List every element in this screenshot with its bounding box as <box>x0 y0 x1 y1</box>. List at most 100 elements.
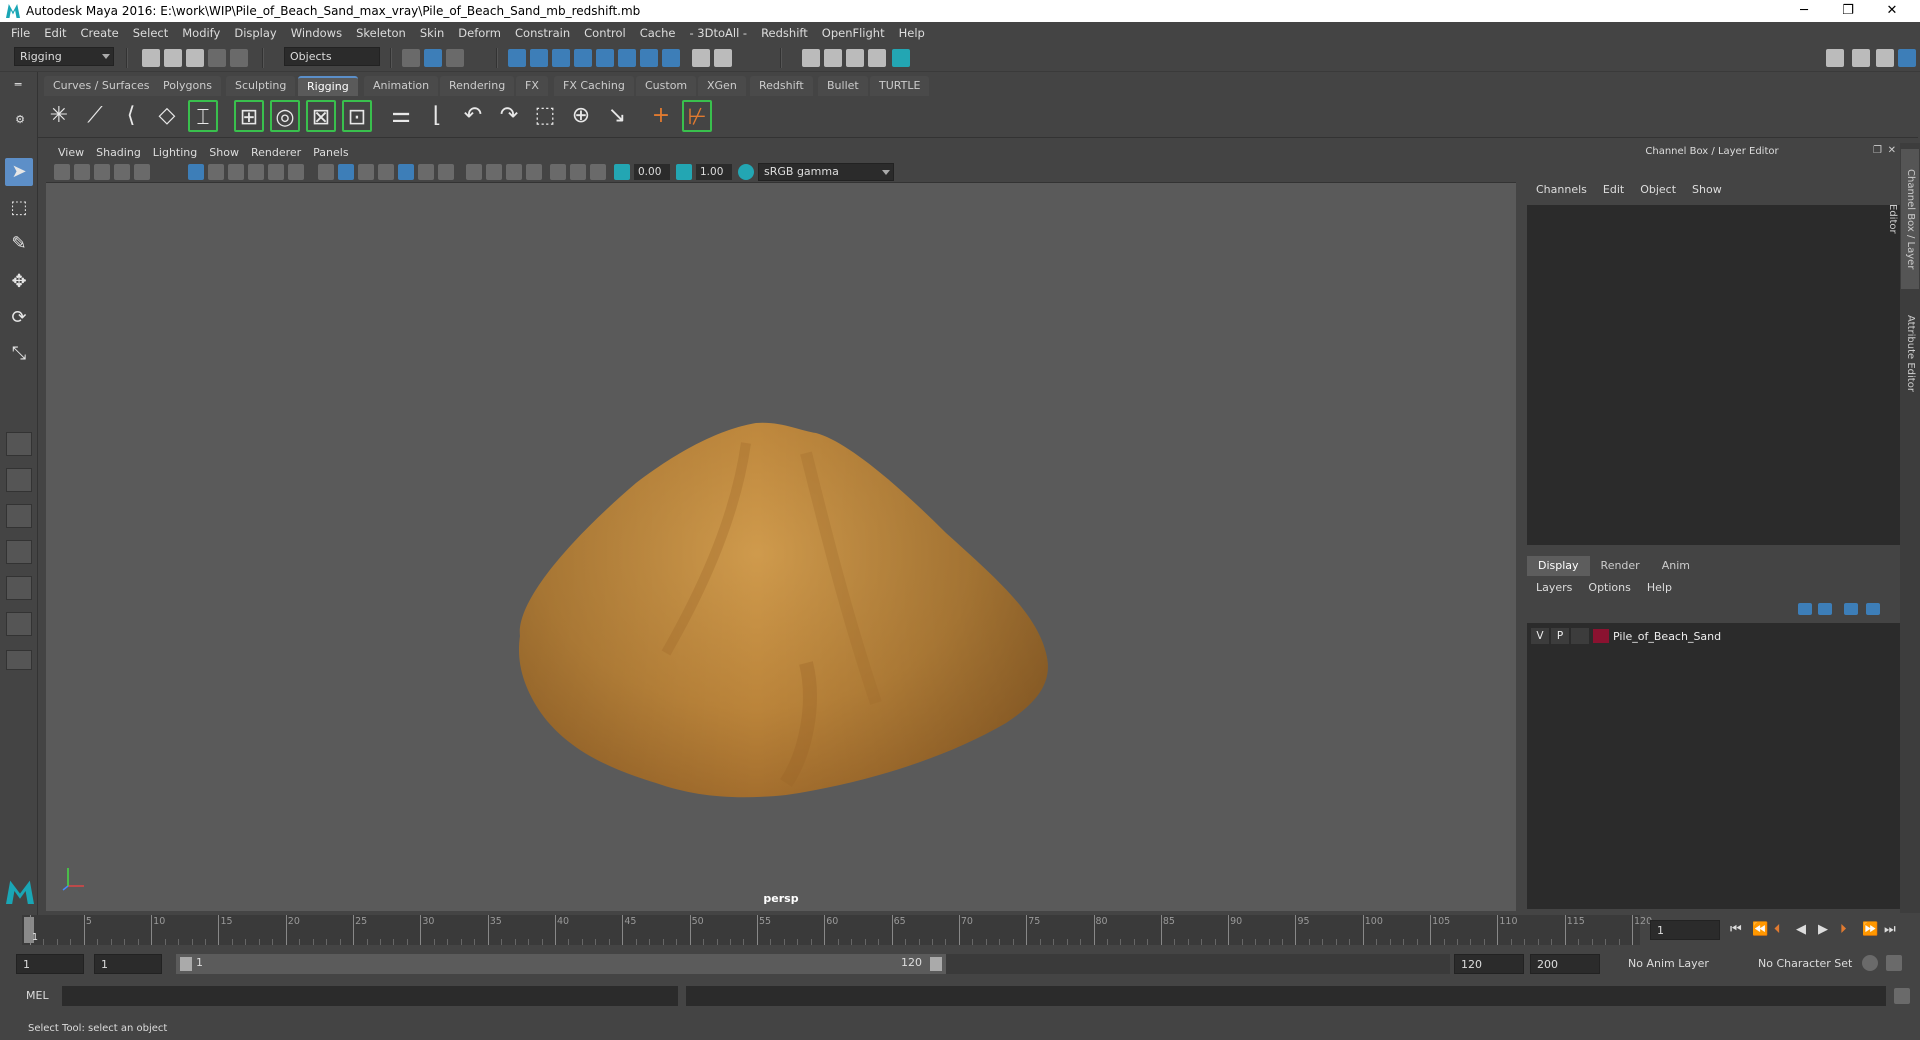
side-tab-channel-box[interactable]: Channel Box / Layer Editor <box>1887 149 1919 289</box>
joint-tool-icon[interactable]: ✳ <box>44 100 74 132</box>
ik-handle-icon[interactable]: ⟋ <box>80 100 110 132</box>
menu-windows[interactable]: Windows <box>284 26 349 40</box>
insert-joint-icon[interactable]: ◇ <box>152 100 182 132</box>
range-slider[interactable]: 1 120 <box>176 954 946 974</box>
backface-culling-icon[interactable] <box>506 164 522 180</box>
wireframe-icon[interactable] <box>318 164 334 180</box>
close-panel-icon[interactable]: ✕ <box>1888 145 1896 156</box>
channel-menu-object[interactable]: Object <box>1632 183 1684 196</box>
gate-mask-icon[interactable] <box>248 164 264 180</box>
view-transform-dropdown[interactable]: sRGB gamma <box>758 163 894 181</box>
animation-preferences-icon[interactable] <box>1886 955 1902 971</box>
smooth-shade-icon[interactable] <box>338 164 354 180</box>
menu-cache[interactable]: Cache <box>633 26 683 40</box>
menu-deform[interactable]: Deform <box>451 26 508 40</box>
anim-layer-dropdown[interactable]: No Anim Layer <box>1622 954 1746 974</box>
pole-vector-icon[interactable]: ↘ <box>602 100 632 132</box>
use-all-lights-icon[interactable] <box>398 164 414 180</box>
character-set-dropdown[interactable]: No Character Set <box>1752 954 1876 974</box>
motion-blur-icon[interactable] <box>550 164 566 180</box>
anti-aliasing-icon[interactable] <box>570 164 586 180</box>
layer-menu-layers[interactable]: Layers <box>1528 581 1580 594</box>
select-by-hierarchy-icon[interactable] <box>402 49 420 67</box>
color-management-icon[interactable] <box>738 164 754 180</box>
camera-attributes-icon[interactable] <box>54 164 70 180</box>
close-button[interactable]: ✕ <box>1870 0 1914 22</box>
shelf-tab-xgen[interactable]: XGen <box>698 76 746 96</box>
menu-control[interactable]: Control <box>577 26 633 40</box>
rotate-tool-icon[interactable]: ⟳ <box>5 304 33 332</box>
ipr-render-icon[interactable] <box>846 49 864 67</box>
command-language-label[interactable]: MEL <box>26 989 49 1002</box>
scale-tool-icon[interactable]: ⤡ <box>5 340 33 368</box>
shelf-tab-rigging[interactable]: Rigging <box>298 76 358 96</box>
viewport-menu-show[interactable]: Show <box>203 146 245 159</box>
paint-select-tool-icon[interactable]: ✎ <box>5 230 33 258</box>
play-forwards-icon[interactable]: ▶ <box>1818 920 1828 940</box>
restore-button[interactable]: ❐ <box>1826 0 1870 22</box>
animation-start-field[interactable]: 1 <box>16 954 84 974</box>
snap-grid-icon[interactable] <box>508 49 526 67</box>
shelf-tab-custom[interactable]: Custom <box>636 76 697 96</box>
gamma-icon[interactable] <box>676 164 692 180</box>
shelf-tab-fx[interactable]: FX <box>516 76 548 96</box>
layer-color-swatch[interactable] <box>1593 629 1609 643</box>
channel-menu-edit[interactable]: Edit <box>1595 183 1632 196</box>
grid-toggle-icon[interactable] <box>188 164 204 180</box>
menu-openflight[interactable]: OpenFlight <box>815 26 892 40</box>
shelf-tab-redshift[interactable]: Redshift <box>750 76 813 96</box>
snap-magnet-icon[interactable] <box>640 49 658 67</box>
shelf-tab-turtle[interactable]: TURTLE <box>870 76 930 96</box>
playback-start-field[interactable]: 1 <box>94 954 162 974</box>
new-layer-selected-icon[interactable] <box>1866 603 1880 615</box>
step-back-key-icon[interactable]: ⏴ <box>1774 920 1781 940</box>
render-view-icon[interactable] <box>802 49 820 67</box>
time-slider[interactable]: 1 5 10 15 20 25 30 35 40 45 50 55 60 65 70 75 80 85 90 95 10… <box>22 915 1652 945</box>
layer-tab-anim[interactable]: Anim <box>1650 556 1701 576</box>
snap-curve-icon[interactable] <box>530 49 548 67</box>
animation-end-field[interactable]: 200 <box>1530 954 1600 974</box>
custom-layout-button[interactable] <box>6 650 32 670</box>
move-tool-icon[interactable]: ✥ <box>5 268 33 296</box>
construction-history-icon[interactable] <box>714 49 732 67</box>
channel-box-toggle-icon[interactable] <box>1898 49 1916 67</box>
gamma-field[interactable]: 1.00 <box>696 164 732 180</box>
viewport-menu-lighting[interactable]: Lighting <box>147 146 203 159</box>
character-set-icon[interactable]: ⊬ <box>682 100 712 132</box>
snap-point-icon[interactable] <box>552 49 570 67</box>
shelf-tab-polygons[interactable]: Polygons <box>154 76 221 96</box>
range-start-handle[interactable] <box>180 957 192 971</box>
channel-menu-channels[interactable]: Channels <box>1528 183 1595 196</box>
save-scene-icon[interactable] <box>186 49 204 67</box>
menu-display[interactable]: Display <box>227 26 283 40</box>
lasso-tool-icon[interactable]: ⬚ <box>5 194 33 222</box>
point-constraint-icon[interactable]: ⌊ <box>422 100 452 132</box>
layer-tab-display[interactable]: Display <box>1527 556 1590 576</box>
step-forward-frame-icon[interactable]: ⏩ <box>1862 920 1878 940</box>
shelf-tab-animation[interactable]: Animation <box>364 76 439 96</box>
minimize-button[interactable]: ─ <box>1782 0 1826 22</box>
xray-joints-icon[interactable] <box>486 164 502 180</box>
menu-edit[interactable]: Edit <box>37 26 73 40</box>
shelf-tab-rendering[interactable]: Rendering <box>440 76 515 96</box>
shadows-icon[interactable] <box>418 164 434 180</box>
blend-shape-icon[interactable]: ⚌ <box>386 100 416 132</box>
go-to-start-icon[interactable]: ⏮ <box>1730 920 1742 940</box>
xray-icon[interactable] <box>466 164 482 180</box>
float-panel-icon[interactable]: ❐ <box>1873 145 1882 156</box>
step-back-frame-icon[interactable]: ⏪ <box>1752 920 1768 940</box>
selection-mode-dropdown[interactable]: Objects <box>284 47 380 66</box>
select-by-object-icon[interactable] <box>424 49 442 67</box>
move-layer-up-icon[interactable] <box>1798 603 1812 615</box>
select-tool-icon[interactable]: ➤ <box>5 158 33 186</box>
snap-live-icon[interactable] <box>596 49 614 67</box>
menu-file[interactable]: File <box>4 26 37 40</box>
mirror-joint-icon[interactable]: + <box>646 100 676 132</box>
lattice-icon[interactable]: ⊠ <box>306 100 336 132</box>
wireframe-on-shaded-icon[interactable] <box>358 164 374 180</box>
exposure-icon[interactable] <box>614 164 630 180</box>
ik-spline-icon[interactable]: ⟨ <box>116 100 146 132</box>
range-end-handle[interactable] <box>930 957 942 971</box>
tool-settings-toggle-icon[interactable] <box>1876 49 1894 67</box>
current-frame-field[interactable]: 1 <box>1650 920 1720 940</box>
